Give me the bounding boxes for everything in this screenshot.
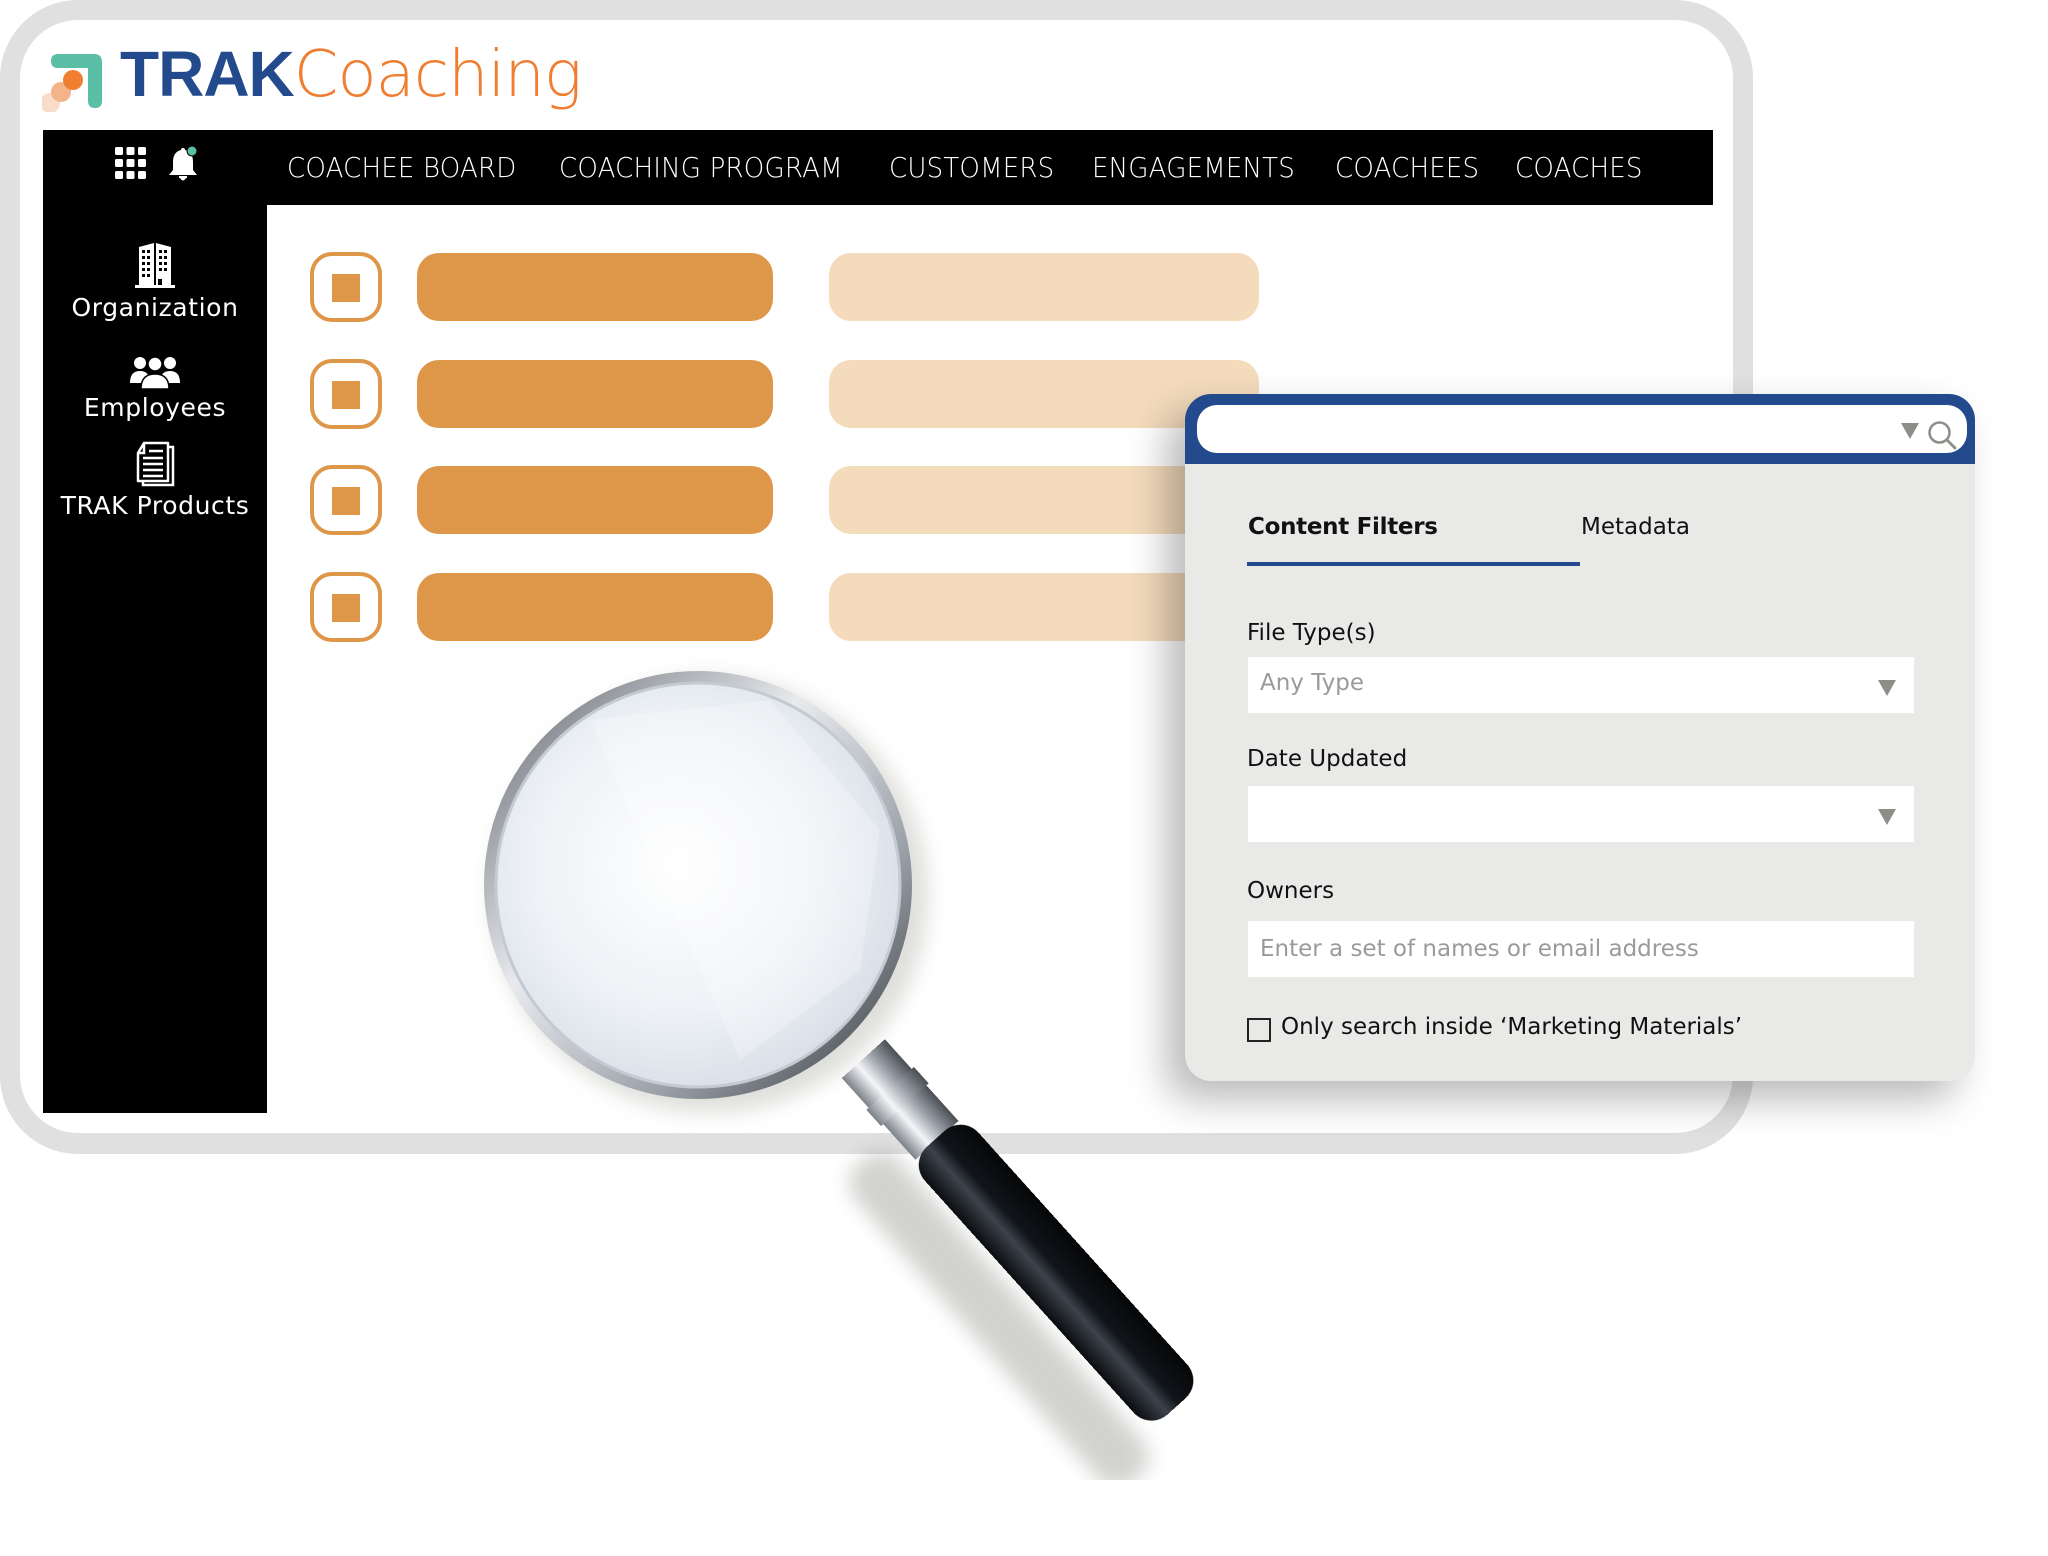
sidebar-item-label: Employees bbox=[83, 393, 227, 422]
nav-item-coaches[interactable]: COACHES bbox=[1515, 151, 1643, 184]
sidebar-item-label: TRAK Products bbox=[60, 491, 250, 520]
search-icon[interactable] bbox=[1927, 420, 1957, 450]
nav-menu: COACHEE BOARD COACHING PROGRAM CUSTOMERS… bbox=[287, 130, 1677, 205]
brand-logo: TRAKCoaching bbox=[120, 34, 583, 114]
row-checkbox[interactable] bbox=[310, 252, 382, 322]
list-item bbox=[310, 572, 1260, 642]
users-group-icon bbox=[130, 356, 180, 389]
apps-grid-icon[interactable] bbox=[115, 147, 146, 179]
row-secondary-placeholder bbox=[829, 253, 1259, 321]
dropdown-caret-icon[interactable] bbox=[1901, 423, 1919, 439]
nav-item-coachee-board[interactable]: COACHEE BOARD bbox=[287, 151, 517, 184]
checkbox-fill bbox=[332, 594, 360, 622]
nav-item-customers[interactable]: CUSTOMERS bbox=[889, 151, 1054, 184]
search-filter-panel: Content Filters Metadata File Type(s) An… bbox=[1185, 394, 1975, 1081]
date-updated-select[interactable] bbox=[1248, 786, 1914, 842]
trak-logo-icon bbox=[42, 54, 102, 112]
search-header bbox=[1185, 394, 1975, 464]
date-updated-label: Date Updated bbox=[1247, 746, 1408, 772]
row-primary-placeholder bbox=[417, 466, 773, 534]
tab-content-filters[interactable]: Content Filters bbox=[1248, 514, 1438, 540]
file-types-value: Any Type bbox=[1260, 670, 1365, 696]
sidebar-item-organization[interactable]: Organization bbox=[43, 241, 267, 322]
sidebar-item-trak-products[interactable]: TRAK Products bbox=[43, 441, 267, 520]
nav-item-coaching-program[interactable]: COACHING PROGRAM bbox=[559, 151, 843, 184]
top-navigation: COACHEE BOARD COACHING PROGRAM CUSTOMERS… bbox=[43, 130, 1713, 205]
only-search-checkbox[interactable] bbox=[1247, 1018, 1271, 1042]
brand-name-bold: TRAK bbox=[120, 38, 295, 110]
row-primary-placeholder bbox=[417, 573, 773, 641]
row-primary-placeholder bbox=[417, 253, 773, 321]
sidebar: Organization Employees TRAK Products bbox=[43, 205, 267, 1113]
brand-name-light: Coaching bbox=[293, 38, 583, 112]
nav-item-engagements[interactable]: ENGAGEMENTS bbox=[1092, 151, 1295, 184]
row-primary-placeholder bbox=[417, 360, 773, 428]
row-checkbox[interactable] bbox=[310, 465, 382, 535]
nav-item-coachees[interactable]: COACHEES bbox=[1335, 151, 1479, 184]
row-checkbox[interactable] bbox=[310, 572, 382, 642]
file-types-label: File Type(s) bbox=[1247, 620, 1376, 646]
sidebar-item-label: Organization bbox=[71, 293, 239, 322]
checkbox-fill bbox=[332, 381, 360, 409]
checkbox-fill bbox=[332, 274, 360, 302]
checkbox-fill bbox=[332, 487, 360, 515]
tab-metadata[interactable]: Metadata bbox=[1581, 514, 1690, 540]
documents-icon bbox=[136, 441, 175, 487]
owners-input[interactable] bbox=[1248, 921, 1914, 977]
list-item bbox=[310, 252, 1260, 322]
building-icon bbox=[135, 243, 175, 288]
dropdown-caret-icon bbox=[1878, 680, 1896, 696]
bell-notification-icon[interactable] bbox=[168, 146, 198, 183]
list-item bbox=[310, 465, 1260, 535]
search-input[interactable] bbox=[1197, 405, 1967, 453]
dropdown-caret-icon bbox=[1878, 809, 1896, 825]
owners-label: Owners bbox=[1247, 878, 1335, 904]
list-item bbox=[310, 359, 1260, 429]
sidebar-item-employees[interactable]: Employees bbox=[43, 355, 267, 422]
active-tab-indicator bbox=[1247, 562, 1580, 566]
row-checkbox[interactable] bbox=[310, 359, 382, 429]
only-search-label[interactable]: Only search inside ‘Marketing Materials’ bbox=[1281, 1014, 1742, 1040]
file-types-select[interactable]: Any Type bbox=[1248, 657, 1914, 713]
